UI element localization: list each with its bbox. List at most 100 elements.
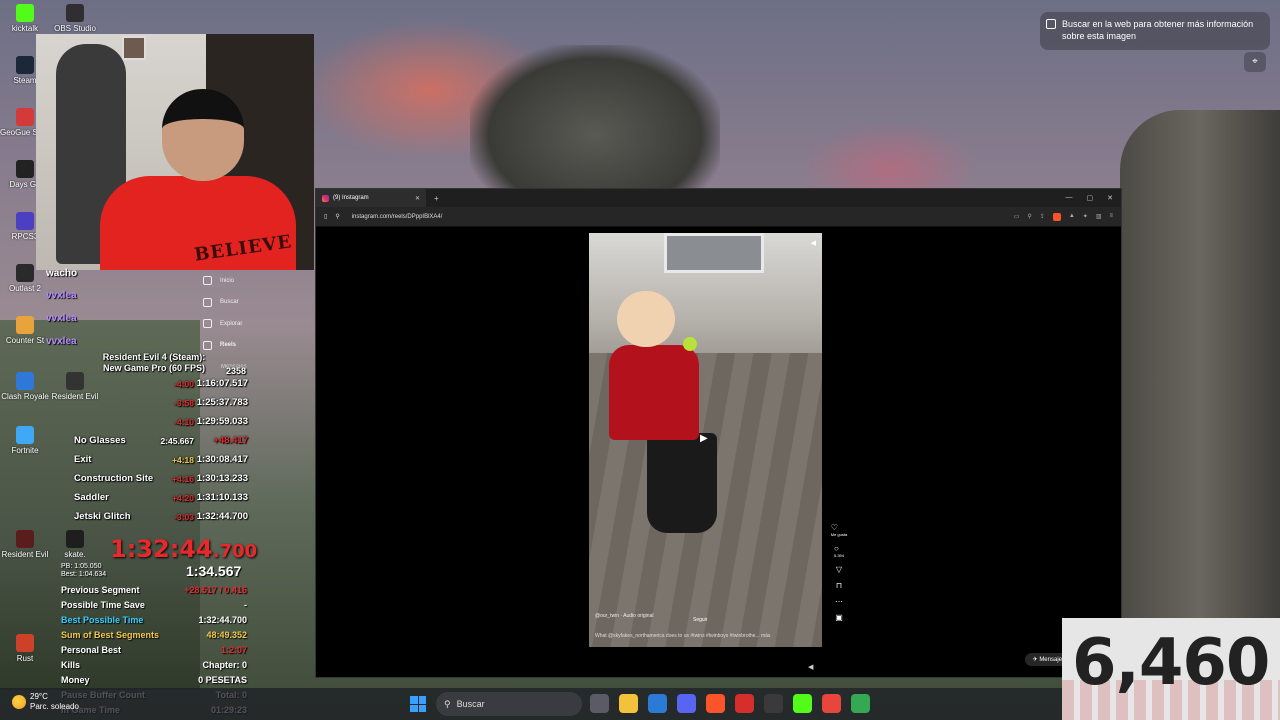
brave-shield-icon[interactable] — [1052, 212, 1061, 221]
nav-search[interactable]: Buscar — [197, 292, 307, 314]
chat-username: vvxlea — [46, 290, 77, 301]
tab-instagram[interactable]: (9) Instagram ✕ — [316, 189, 426, 207]
desktop-icon[interactable]: Resident Evil — [0, 530, 50, 559]
desktop-icon-label: Fortnite — [11, 446, 39, 455]
weather-widget[interactable]: 29°C Parc. soleado — [12, 692, 79, 712]
split-time: 1:30:08.417 — [196, 454, 248, 465]
reel-username[interactable]: @our_twin — [595, 613, 619, 619]
visual-search-popup[interactable]: Buscar en la web para obtener más inform… — [1040, 12, 1270, 50]
menu-icon[interactable]: ≡ — [1109, 213, 1113, 221]
desktop-icon-label: kicktalk — [11, 24, 39, 33]
split-name: Saddler — [74, 492, 109, 503]
volume-icon[interactable]: ◀ — [808, 663, 813, 671]
info-row: Kills Chapter: 0 — [61, 660, 247, 670]
sidebar-icon[interactable]: ▥ — [1096, 213, 1102, 221]
brave-icon[interactable] — [706, 694, 725, 713]
split-row: Saddler +4:20 1:31:10.133 — [58, 488, 250, 507]
desktop-icon[interactable]: Clash Royale — [0, 372, 50, 401]
site-info-icon[interactable]: ⚲ — [335, 213, 339, 220]
file-explorer-icon[interactable] — [619, 694, 638, 713]
reel-audio[interactable]: Audio original — [623, 613, 653, 619]
save-icon[interactable]: ⊓ — [836, 581, 842, 590]
desktop-icon[interactable]: OBS Studio — [50, 4, 100, 33]
discord-icon[interactable] — [677, 694, 696, 713]
reel-caption: What @skyfakes_northamerica does to us #… — [595, 633, 771, 639]
info-row: Possible Time Save - — [61, 600, 247, 610]
desktop-icon[interactable]: Fortnite — [0, 426, 50, 455]
minimize-icon[interactable]: — — [1066, 194, 1073, 202]
app-icon — [16, 634, 34, 652]
info-label: Sum of Best Segments — [61, 630, 160, 640]
video-kid-head — [617, 291, 675, 347]
chrome-icon[interactable] — [822, 694, 841, 713]
google-drive-icon[interactable] — [851, 694, 870, 713]
info-label: Best Possible Time — [61, 615, 144, 625]
search-icon — [203, 297, 212, 307]
heart-icon: ♡ — [830, 523, 838, 532]
lens-icon[interactable]: ⌖ — [1244, 52, 1266, 72]
desktop-icon[interactable]: Counter St — [0, 316, 50, 345]
chat-username: wacho — [46, 268, 78, 279]
taskbar-search[interactable]: ⚲ Buscar — [436, 692, 582, 716]
video-kid-legs — [647, 433, 717, 533]
comments-button[interactable]: ○ 5.394 — [834, 544, 844, 558]
desktop-icon[interactable]: kicktalk — [0, 4, 50, 33]
reel-video[interactable]: ▶ ◀ @our_twin · Audio original Seguir Wh… — [589, 233, 822, 647]
voicemeeter-icon[interactable] — [735, 694, 754, 713]
kick-icon[interactable] — [793, 694, 812, 713]
more-icon[interactable]: ⋯ — [835, 597, 843, 606]
zoom-icon[interactable]: ⚲ — [1027, 213, 1031, 221]
desktop-icon-label: Counter St — [5, 336, 45, 345]
share-icon[interactable]: ⇪ — [1040, 213, 1045, 221]
windows-start-icon[interactable] — [410, 696, 426, 712]
audio-thumb-icon[interactable]: ▣ — [835, 613, 843, 622]
obs-icon[interactable] — [764, 694, 783, 713]
split-delta: +4:18 — [172, 454, 194, 465]
bing-icon[interactable] — [648, 694, 667, 713]
reel-actions: ♡ Me gusta ○ 5.394 ▽ ⊓ ⋯ ▣ — [826, 523, 852, 622]
desktop-icon-label: Rust — [16, 654, 34, 663]
split-delta: 2:45.667 — [160, 435, 194, 446]
desktop-icon[interactable]: skate. — [50, 530, 100, 559]
app-icon — [16, 108, 34, 126]
close-window-icon[interactable]: ✕ — [1107, 194, 1113, 202]
play-icon[interactable]: ▶ — [700, 433, 708, 444]
pinned-apps — [590, 694, 870, 713]
nav-home[interactable]: Inicio — [197, 270, 307, 292]
rewards-icon[interactable]: ▲ — [1069, 213, 1075, 221]
info-value: Chapter: 0 — [202, 660, 247, 670]
like-button[interactable]: ♡ Me gusta — [831, 523, 847, 537]
maximize-icon[interactable]: ▢ — [1087, 194, 1094, 202]
app-icon — [16, 426, 34, 444]
desktop-icon-label: Outlast 2 — [8, 284, 41, 293]
audio-icon[interactable]: ◀ — [811, 239, 816, 247]
extensions-icon[interactable]: ✦ — [1083, 213, 1088, 221]
info-value: 1:2:07 — [220, 645, 247, 655]
split-row: Construction Site +4:16 1:30:13.233 — [58, 469, 250, 488]
url-field[interactable]: instagram.com/reels/DPppIBlXA4/ — [352, 214, 443, 220]
info-row: Money 0 PESETAS — [61, 675, 247, 685]
like-label: Me gusta — [830, 532, 848, 537]
bookmark-icon[interactable]: ▯ — [324, 213, 327, 220]
follow-button[interactable]: Seguir — [693, 617, 707, 623]
split-name: Jetski Glitch — [74, 511, 131, 522]
new-tab-button[interactable]: + — [426, 194, 447, 203]
split-time: 1:29:59.033 — [196, 416, 248, 427]
share-reel-icon[interactable]: ▽ — [836, 565, 842, 574]
visual-search-text: Buscar en la web para obtener más inform… — [1062, 19, 1254, 41]
segment-timer: 1:34.567 — [186, 563, 242, 579]
video-kid-body — [609, 345, 699, 440]
reel-author[interactable]: @our_twin · Audio original — [595, 613, 653, 619]
address-tools: ▭ ⚲ ⇪ ▲ ✦ ▥ ≡ — [1014, 212, 1113, 221]
close-tab-icon[interactable]: ✕ — [415, 195, 420, 202]
app-icon — [16, 4, 34, 22]
split-row: -4:10 1:29:59.033 — [58, 412, 250, 431]
split-row: -3:58 1:25:37.783 — [58, 393, 250, 412]
nav-explore[interactable]: Explorar — [197, 313, 307, 335]
info-row: Personal Best 1:2:07 — [61, 645, 247, 655]
task-view-icon[interactable] — [590, 694, 609, 713]
install-icon[interactable]: ▭ — [1014, 213, 1020, 221]
desktop-icon[interactable]: Rust — [0, 634, 50, 663]
pb-info: PB: 1:05.050 Best: 1:04.634 — [61, 563, 106, 579]
app-icon — [16, 160, 34, 178]
